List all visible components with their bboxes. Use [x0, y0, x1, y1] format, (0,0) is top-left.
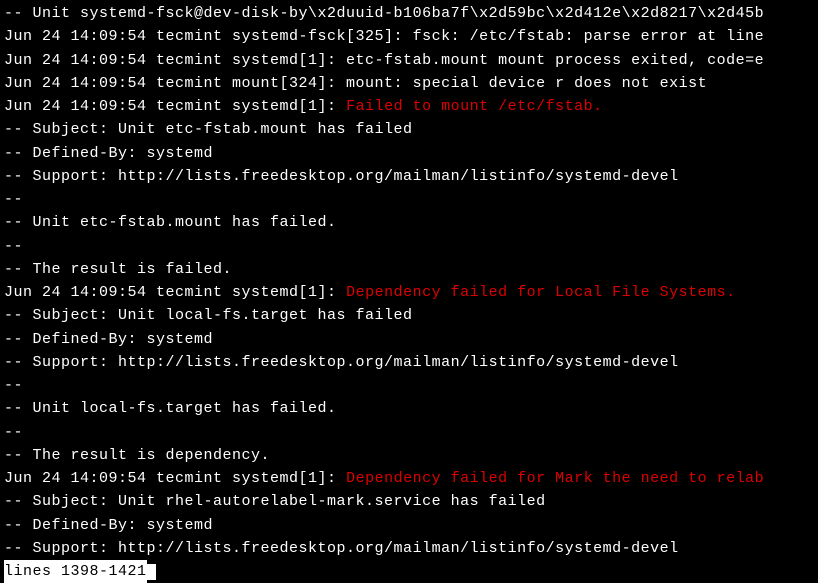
- log-text: --: [4, 191, 23, 208]
- log-line: -- Support: http://lists.freedesktop.org…: [4, 351, 814, 374]
- log-text: -- Support: http://lists.freedesktop.org…: [4, 354, 679, 371]
- log-text: -- Subject: Unit rhel-autorelabel-mark.s…: [4, 493, 546, 510]
- log-line: -- Unit etc-fstab.mount has failed.: [4, 211, 814, 234]
- log-text: -- Defined-By: systemd: [4, 517, 213, 534]
- log-text: Jun 24 14:09:54 tecmint systemd[1]:: [4, 98, 346, 115]
- log-line: Jun 24 14:09:54 tecmint systemd[1]: Depe…: [4, 467, 814, 490]
- log-text: -- Unit etc-fstab.mount has failed.: [4, 214, 337, 231]
- log-text: -- The result is dependency.: [4, 447, 270, 464]
- log-line: -- Support: http://lists.freedesktop.org…: [4, 165, 814, 188]
- cursor: [147, 564, 156, 580]
- log-text: Jun 24 14:09:54 tecmint systemd[1]:: [4, 284, 346, 301]
- log-text: -- The result is failed.: [4, 261, 232, 278]
- log-line: --: [4, 188, 814, 211]
- log-line: --: [4, 374, 814, 397]
- log-text: Jun 24 14:09:54 tecmint mount[324]: moun…: [4, 75, 707, 92]
- log-text: -- Defined-By: systemd: [4, 145, 213, 162]
- log-text: -- Subject: Unit local-fs.target has fai…: [4, 307, 413, 324]
- log-line: Jun 24 14:09:54 tecmint systemd[1]: Depe…: [4, 281, 814, 304]
- log-line: -- The result is failed.: [4, 258, 814, 281]
- log-line: Jun 24 14:09:54 tecmint systemd-fsck[325…: [4, 25, 814, 48]
- log-text: --: [4, 377, 23, 394]
- log-text: Jun 24 14:09:54 tecmint systemd[1]:: [4, 470, 346, 487]
- log-line: Jun 24 14:09:54 tecmint systemd[1]: etc-…: [4, 49, 814, 72]
- log-text: -- Support: http://lists.freedesktop.org…: [4, 540, 679, 557]
- log-line: -- Subject: Unit rhel-autorelabel-mark.s…: [4, 490, 814, 513]
- log-line: Jun 24 14:09:54 tecmint mount[324]: moun…: [4, 72, 814, 95]
- pager-status: lines 1398-1421: [4, 560, 147, 583]
- terminal-output[interactable]: -- Unit systemd-fsck@dev-disk-by\x2duuid…: [4, 2, 814, 583]
- log-text: -- Defined-By: systemd: [4, 331, 213, 348]
- log-text: -- Unit systemd-fsck@dev-disk-by\x2duuid…: [4, 5, 764, 22]
- log-line: -- Defined-By: systemd: [4, 328, 814, 351]
- log-line: -- Subject: Unit etc-fstab.mount has fai…: [4, 118, 814, 141]
- log-line: -- Defined-By: systemd: [4, 514, 814, 537]
- log-text: Jun 24 14:09:54 tecmint systemd-fsck[325…: [4, 28, 764, 45]
- log-text: --: [4, 238, 23, 255]
- log-line: -- Unit local-fs.target has failed.: [4, 397, 814, 420]
- log-text: --: [4, 424, 23, 441]
- log-line: -- Defined-By: systemd: [4, 142, 814, 165]
- log-line: --: [4, 235, 814, 258]
- log-text: Jun 24 14:09:54 tecmint systemd[1]: etc-…: [4, 52, 764, 69]
- log-text: -- Unit local-fs.target has failed.: [4, 400, 337, 417]
- log-text: -- Support: http://lists.freedesktop.org…: [4, 168, 679, 185]
- error-text: Failed to mount /etc/fstab.: [346, 98, 603, 115]
- log-line: -- Unit systemd-fsck@dev-disk-by\x2duuid…: [4, 2, 814, 25]
- log-line: -- The result is dependency.: [4, 444, 814, 467]
- log-line: -- Subject: Unit local-fs.target has fai…: [4, 304, 814, 327]
- log-text: -- Subject: Unit etc-fstab.mount has fai…: [4, 121, 413, 138]
- log-line: --: [4, 421, 814, 444]
- error-text: Dependency failed for Mark the need to r…: [346, 470, 764, 487]
- log-line: -- Support: http://lists.freedesktop.org…: [4, 537, 814, 560]
- log-line: Jun 24 14:09:54 tecmint systemd[1]: Fail…: [4, 95, 814, 118]
- error-text: Dependency failed for Local File Systems…: [346, 284, 736, 301]
